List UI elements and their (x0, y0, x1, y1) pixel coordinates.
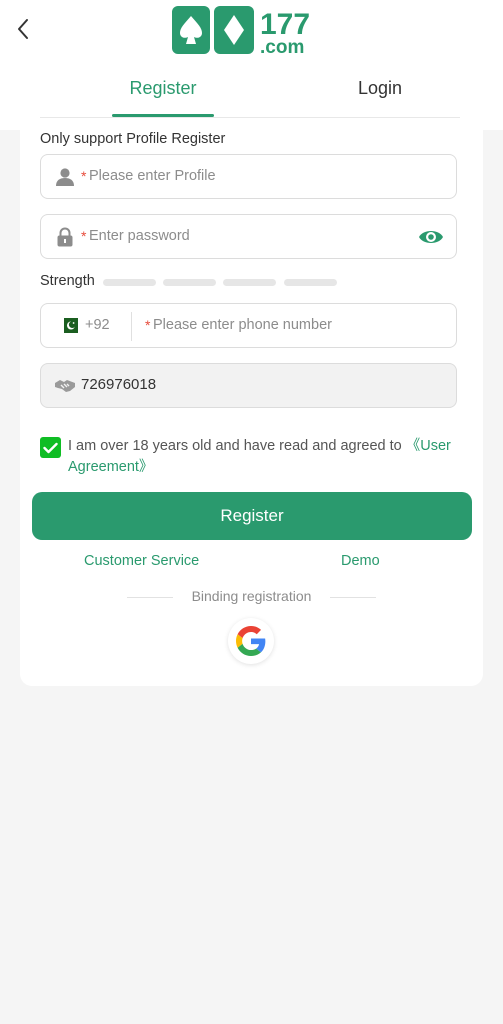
google-icon (236, 626, 266, 656)
strength-label: Strength (40, 273, 95, 289)
required-mark: * (81, 168, 87, 184)
strength-bar (163, 279, 216, 286)
demo-link[interactable]: Demo (341, 553, 380, 569)
pakistan-flag-icon (59, 318, 78, 333)
lock-icon (54, 226, 76, 248)
strength-bar (284, 279, 337, 286)
divider (131, 312, 132, 341)
active-tab-indicator (112, 114, 214, 117)
password-field[interactable]: * Enter password (40, 214, 457, 259)
user-icon (54, 166, 76, 188)
profile-placeholder: Please enter Profile (89, 168, 216, 184)
checkmark-icon (43, 442, 58, 453)
tab-login[interactable]: Login (330, 78, 430, 116)
back-button[interactable] (10, 14, 36, 44)
google-login-button[interactable] (228, 618, 274, 664)
phone-field[interactable]: +92 * Please enter phone number (40, 303, 457, 348)
chevron-left-icon (18, 19, 28, 39)
divider-right (330, 597, 376, 598)
invite-code-value: 726976018 (81, 376, 157, 393)
required-mark: * (145, 317, 151, 333)
agreement-checkbox[interactable] (40, 437, 61, 458)
register-button[interactable]: Register (32, 492, 472, 540)
register-notice: Only support Profile Register (40, 131, 226, 147)
agreement-text: I am over 18 years old and have read and… (68, 436, 463, 478)
required-mark: * (81, 228, 87, 244)
register-card: Register Login Only support Profile Regi… (20, 70, 483, 686)
password-placeholder: Enter password (89, 228, 190, 244)
handshake-icon (54, 375, 76, 397)
profile-field[interactable]: * Please enter Profile (40, 154, 457, 199)
agreement-statement: I am over 18 years old and have read and… (68, 438, 406, 454)
tab-register[interactable]: Register (112, 78, 214, 116)
brand-logo: 177 .com (172, 6, 310, 56)
strength-bar (223, 279, 276, 286)
country-code[interactable]: +92 (85, 317, 110, 333)
strength-bar (103, 279, 156, 286)
auth-tabs: Register Login (40, 70, 460, 118)
phone-placeholder: Please enter phone number (153, 317, 332, 333)
binding-registration-label: Binding registration (191, 588, 312, 604)
svg-text:.com: .com (260, 37, 304, 56)
eye-icon[interactable] (418, 226, 444, 248)
customer-service-link[interactable]: Customer Service (84, 553, 199, 569)
invite-code-field: 726976018 (40, 363, 457, 408)
